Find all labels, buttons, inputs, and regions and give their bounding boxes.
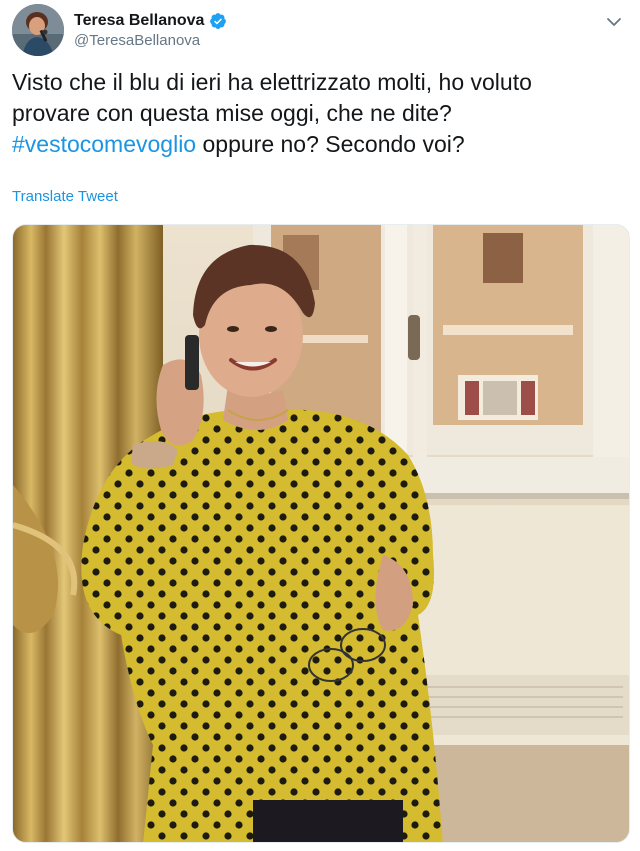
tweet-text-line-3-rest: oppure no? Secondo voi? <box>196 131 465 157</box>
tweet-text: Visto che il blu di ieri ha elettrizzato… <box>12 67 624 160</box>
translate-tweet-link[interactable]: Translate Tweet <box>12 188 118 205</box>
tweet-header: Teresa Bellanova @TeresaBellanova <box>12 4 628 60</box>
chevron-down-icon[interactable] <box>604 12 624 32</box>
avatar-image <box>12 4 64 56</box>
avatar[interactable] <box>12 4 64 56</box>
tweet-photo[interactable] <box>12 224 630 843</box>
display-name[interactable]: Teresa Bellanova <box>74 12 204 30</box>
username-handle[interactable]: @TeresaBellanova <box>74 32 200 49</box>
hashtag-link[interactable]: #vestocomevoglio <box>12 131 196 157</box>
tweet-card: Teresa Bellanova @TeresaBellanova Visto … <box>0 0 640 851</box>
tweet-text-line-2: provare con questa mise oggi, che ne dit… <box>12 100 452 126</box>
tweet-text-line-1: Visto che il blu di ieri ha elettrizzato… <box>12 69 532 95</box>
photo-image <box>13 225 629 842</box>
tweet-text-line-3: #vestocomevoglio oppure no? Secondo voi? <box>12 129 624 160</box>
name-row: Teresa Bellanova <box>74 10 227 32</box>
verified-badge-icon <box>209 12 227 30</box>
